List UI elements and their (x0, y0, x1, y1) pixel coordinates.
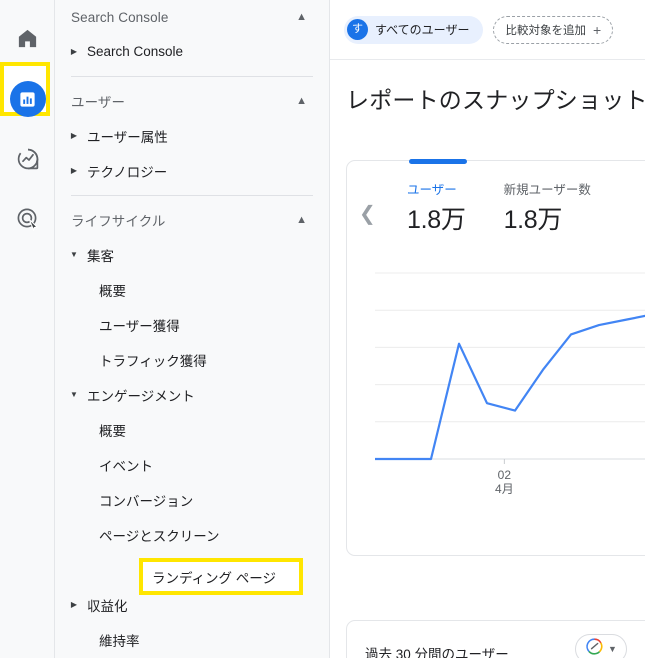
page-title: レポートのスナップショット (346, 87, 645, 113)
report-snapshot-card: ❮ ユーザー 1.8万 新規ユーザー数 1.8万 024月09 (346, 159, 645, 556)
sidebar-divider (71, 76, 313, 77)
metric-value: 1.8万 (407, 206, 466, 234)
sidebar-item-label: ページとスクリーン (99, 528, 220, 544)
sidebar-item-technology[interactable]: ▶ テクノロジー (55, 153, 329, 188)
svg-text:02: 02 (498, 468, 512, 482)
all-users-chip[interactable]: す すべてのユーザー (344, 15, 484, 44)
chevron-left-icon[interactable]: ❮ (359, 203, 376, 223)
all-users-chip-label: すべてのユーザー (375, 23, 470, 37)
sidebar-item-events[interactable]: イベント (55, 447, 329, 482)
caret-right-icon: ▶ (70, 46, 78, 56)
home-icon (16, 27, 39, 55)
caret-right-icon: ▶ (70, 599, 78, 609)
sidebar-item-label: 維持率 (99, 633, 140, 649)
sidebar-item-acquisition-overview[interactable]: 概要 (55, 272, 329, 307)
sidebar-group-label: ライフサイクル (71, 214, 166, 229)
metric-label: ユーザー (407, 183, 457, 197)
google-gauge-icon (585, 637, 604, 658)
sidebar-item-label: エンゲージメント (87, 388, 195, 404)
sidebar-item-label: トラフィック獲得 (99, 353, 207, 369)
comparison-chips-bar: す すべてのユーザー 比較対象を追加 + (330, 0, 645, 60)
sidebar-item-engagement-overview[interactable]: 概要 (55, 412, 329, 447)
line-chart-svg: 024月09 (375, 272, 645, 496)
caret-up-icon: ▲ (296, 94, 307, 107)
metric-value: 1.8万 (503, 206, 563, 234)
rail-item-home[interactable] (0, 16, 55, 66)
sidebar-item-user-attributes[interactable]: ▶ ユーザー属性 (55, 118, 329, 153)
sidebar-item-label: コンバージョン (99, 493, 194, 509)
sidebar-item-conversions[interactable]: コンバージョン (55, 482, 329, 517)
sidebar-item-retention[interactable]: 維持率 (55, 622, 329, 657)
sidebar-item-label: ユーザー属性 (87, 129, 168, 145)
sidebar-item-label: イベント (99, 458, 153, 474)
sidebar-group-header-search-console[interactable]: Search Console ▲ (55, 0, 329, 34)
avatar: す (347, 19, 368, 40)
caret-up-icon: ▲ (296, 213, 307, 226)
caret-down-icon: ▼ (70, 249, 78, 259)
landing-page-highlight-label[interactable]: ランディング ページ (139, 558, 303, 595)
realtime-users-card: 過去 30 分間のユーザー ▼ (346, 620, 645, 658)
sidebar-item-acquisition[interactable]: ▼ 集客 (55, 237, 329, 272)
caret-down-icon: ▼ (70, 389, 78, 399)
realtime-card-menu-button[interactable]: ▼ (575, 634, 627, 658)
explore-icon (16, 147, 40, 176)
metric-users[interactable]: ユーザー 1.8万 (407, 179, 466, 236)
caret-right-icon: ▶ (70, 165, 78, 175)
caret-up-icon: ▲ (296, 10, 307, 23)
metric-new-users[interactable]: 新規ユーザー数 1.8万 (504, 179, 591, 236)
realtime-card-title: 過去 30 分間のユーザー (365, 647, 509, 658)
metrics-row: ユーザー 1.8万 新規ユーザー数 1.8万 (407, 179, 591, 236)
sidebar-group-header-lifecycle[interactable]: ライフサイクル ▲ (55, 203, 329, 237)
sidebar-item-label: 集客 (87, 248, 114, 264)
sidebar-item-user-acquisition[interactable]: ユーザー獲得 (55, 307, 329, 342)
rail-item-advertising[interactable] (0, 196, 55, 246)
sidebar-item-label: Search Console (87, 44, 184, 59)
rail-item-explore[interactable] (0, 136, 55, 186)
sidebar-group-header-user[interactable]: ユーザー ▲ (55, 84, 329, 118)
sidebar-item-traffic-acquisition[interactable]: トラフィック獲得 (55, 342, 329, 377)
main-content: す すべてのユーザー 比較対象を追加 + レポートのスナップショット ❮ ユーザ… (330, 0, 645, 658)
active-metric-indicator (409, 159, 467, 164)
caret-right-icon: ▶ (70, 130, 78, 140)
sidebar-item-engagement[interactable]: ▼ エンゲージメント (55, 377, 329, 412)
sidebar-divider (71, 195, 313, 196)
sidebar-item-label: ユーザー獲得 (99, 318, 180, 334)
advertising-target-icon (16, 207, 40, 236)
sidebar-group-label: ユーザー (71, 95, 126, 110)
sidebar-group-label: Search Console (71, 9, 169, 25)
sidebar-item-search-console[interactable]: ▶ Search Console (55, 34, 329, 69)
sidebar-nav: Search Console ▲ ▶ Search Console ユーザー ▲… (55, 0, 330, 658)
analytics-app-window: Search Console ▲ ▶ Search Console ユーザー ▲… (0, 0, 645, 658)
sidebar-item-pages-and-screens[interactable]: ページとスクリーン (55, 517, 329, 552)
chevron-down-icon: ▼ (608, 643, 617, 654)
add-comparison-button[interactable]: 比較対象を追加 + (493, 15, 614, 44)
sidebar-item-label: 概要 (99, 423, 126, 439)
svg-text:4月: 4月 (495, 482, 514, 496)
sidebar-item-label: テクノロジー (87, 164, 168, 180)
users-line-chart[interactable]: 024月09 (375, 269, 645, 519)
plus-icon: + (592, 21, 602, 38)
reports-bar-chart-icon (9, 81, 46, 117)
add-comparison-label: 比較対象を追加 (505, 24, 586, 37)
metric-label: 新規ユーザー数 (503, 183, 591, 197)
icon-rail (0, 0, 55, 658)
sidebar-item-label: 収益化 (87, 598, 128, 614)
sidebar-item-label: 概要 (99, 283, 126, 299)
